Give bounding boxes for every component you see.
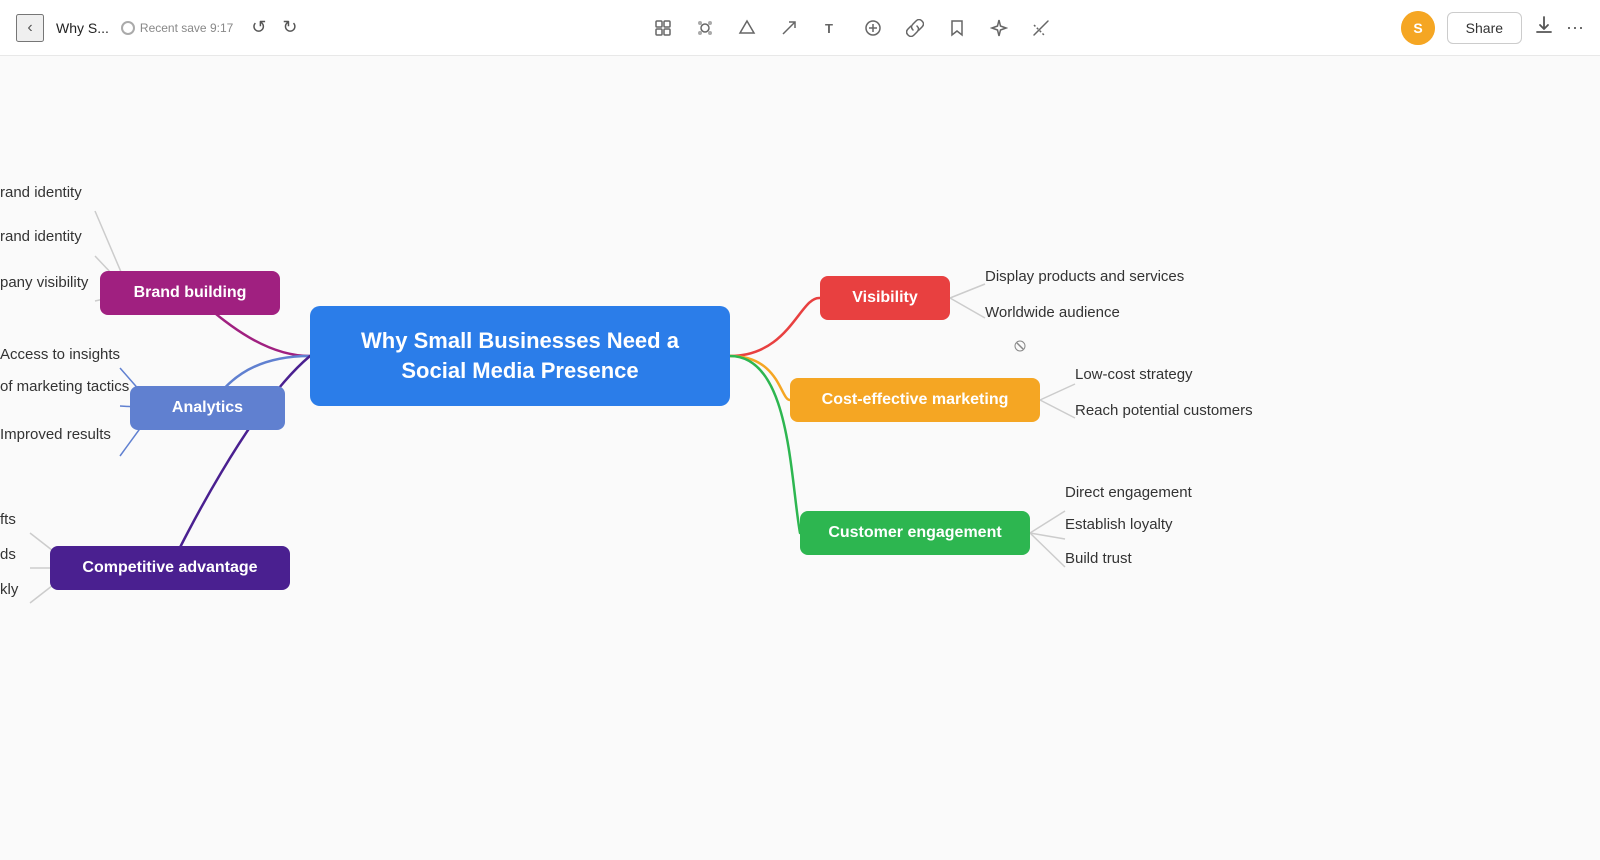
undo-button[interactable]: ↺: [245, 15, 272, 40]
svg-text:S: S: [1413, 20, 1422, 36]
competitive-child-1: fts: [0, 511, 16, 528]
select-tool[interactable]: [645, 10, 681, 46]
analytics-label: Analytics: [172, 399, 243, 417]
central-node-label: Why Small Businesses Need a Social Media…: [338, 326, 702, 385]
toolbar: T: [645, 10, 1059, 46]
more-options-button[interactable]: ···: [1566, 17, 1584, 38]
back-button[interactable]: ‹: [16, 14, 44, 42]
undo-redo-group: ↺ ↻: [245, 15, 303, 40]
visibility-node[interactable]: Visibility: [820, 276, 950, 320]
cost-effective-node[interactable]: Cost-effective marketing: [790, 378, 1040, 422]
visibility-child-2: Worldwide audience: [985, 304, 1120, 321]
header-right: S Share ···: [1401, 11, 1584, 45]
redo-button[interactable]: ↻: [276, 15, 303, 40]
competitive-child-2: ds: [0, 546, 16, 563]
link-tool[interactable]: [897, 10, 933, 46]
save-info: Recent save 9:17: [121, 21, 233, 35]
user-avatar: S: [1401, 11, 1435, 45]
sparkle-tool[interactable]: [981, 10, 1017, 46]
engagement-child-2: Establish loyalty: [1065, 516, 1173, 533]
engagement-child-3: Build trust: [1065, 550, 1132, 567]
brand-child-3: pany visibility: [0, 274, 88, 291]
brand-building-label: Brand building: [134, 284, 247, 302]
brand-child-1: rand identity: [0, 184, 82, 201]
central-node[interactable]: Why Small Businesses Need a Social Media…: [310, 306, 730, 406]
customer-engagement-label: Customer engagement: [828, 524, 1001, 542]
canvas[interactable]: Why Small Businesses Need a Social Media…: [0, 56, 1600, 860]
save-label: Recent save 9:17: [140, 21, 233, 35]
cost-child-1: Low-cost strategy: [1075, 366, 1193, 383]
text-tool[interactable]: T: [813, 10, 849, 46]
cost-effective-label: Cost-effective marketing: [822, 391, 1009, 409]
competitive-advantage-label: Competitive advantage: [82, 559, 257, 577]
engagement-child-1: Direct engagement: [1065, 484, 1192, 501]
pen-tool[interactable]: [1023, 10, 1059, 46]
arrow-tool[interactable]: [771, 10, 807, 46]
cost-child-2: Reach potential customers: [1075, 402, 1253, 419]
visibility-child-1: Display products and services: [985, 268, 1184, 285]
bookmark-tool[interactable]: [939, 10, 975, 46]
add-tool[interactable]: [855, 10, 891, 46]
brand-building-node[interactable]: Brand building: [100, 271, 280, 315]
visibility-label: Visibility: [852, 289, 918, 307]
analytics-child-1: Access to insights: [0, 346, 120, 363]
group-tool[interactable]: [687, 10, 723, 46]
analytics-child-2: of marketing tactics: [0, 378, 129, 395]
shape-tool[interactable]: [729, 10, 765, 46]
competitive-advantage-node[interactable]: Competitive advantage: [50, 546, 290, 590]
download-button[interactable]: [1534, 15, 1554, 41]
doc-title: Why S...: [56, 20, 109, 36]
analytics-node[interactable]: Analytics: [130, 386, 285, 430]
competitive-child-3: kly: [0, 581, 18, 598]
save-dot-icon: [121, 21, 135, 35]
analytics-child-3: Improved results: [0, 426, 111, 443]
brand-child-2: rand identity: [0, 228, 82, 245]
share-button[interactable]: Share: [1447, 12, 1522, 44]
customer-engagement-node[interactable]: Customer engagement: [800, 511, 1030, 555]
header-left: ‹ Why S... Recent save 9:17 ↺ ↻: [16, 14, 304, 42]
svg-text:T: T: [825, 21, 833, 36]
